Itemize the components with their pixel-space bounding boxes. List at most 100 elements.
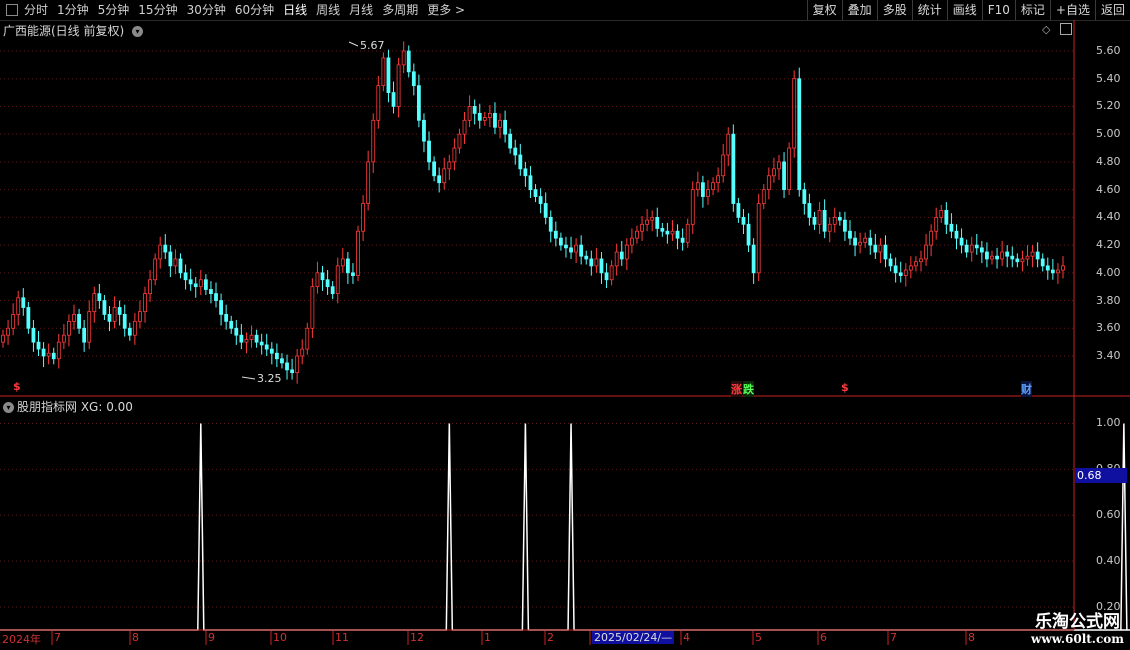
candle-body — [77, 314, 81, 329]
candle-body — [305, 327, 310, 350]
candle-body — [31, 327, 36, 343]
high-price-label: 5.67 — [360, 39, 385, 52]
candle-body — [203, 279, 208, 290]
date-label: 8 — [132, 631, 139, 644]
event-die[interactable]: 跌 — [743, 381, 754, 397]
indicator-tick: 0.60 — [1096, 508, 1121, 522]
candle-body — [122, 314, 127, 329]
price-tick: 5.40 — [1096, 71, 1121, 85]
candle-body — [564, 244, 568, 249]
candle-body — [366, 161, 371, 204]
candle-body — [843, 219, 847, 232]
candle-body — [513, 147, 518, 156]
candle-body — [944, 210, 949, 225]
candle-body — [356, 230, 360, 276]
candle-body — [320, 272, 325, 281]
watermark-title: 乐淘公式网 — [1035, 612, 1121, 632]
candle-body — [97, 293, 102, 301]
candle-body — [660, 228, 665, 232]
candle-body — [614, 251, 619, 267]
price-tick: 4.60 — [1096, 182, 1121, 196]
date-label: 8 — [968, 631, 975, 644]
candle-body — [797, 78, 802, 191]
candle-body — [675, 230, 680, 239]
candle-body — [746, 223, 751, 246]
candle-body — [61, 334, 66, 343]
candle-body — [848, 230, 852, 239]
candle-body — [315, 272, 320, 288]
candle-body — [1050, 269, 1055, 274]
indicator-tick: 0.40 — [1096, 554, 1121, 568]
candle-body — [193, 283, 198, 288]
candle-body — [802, 189, 807, 204]
candle-body — [416, 85, 421, 121]
candle-body — [548, 216, 553, 232]
candle-body — [163, 244, 168, 253]
candle-body — [599, 258, 604, 274]
candle-body — [87, 311, 92, 343]
candle-body — [553, 230, 558, 239]
candle-body — [787, 147, 792, 191]
candle-body — [290, 369, 294, 374]
candle-body — [198, 279, 203, 288]
candle-body — [609, 265, 614, 281]
candle-body — [92, 293, 97, 313]
candle-body — [726, 133, 731, 156]
candle-body — [706, 189, 710, 197]
candle-body — [330, 286, 335, 295]
event-marker-left[interactable]: $ — [13, 380, 21, 393]
candle-body — [584, 255, 589, 260]
candle-body — [837, 216, 842, 221]
price-tick: 4.20 — [1096, 238, 1121, 252]
date-label: 7 — [890, 631, 897, 644]
chevron-down-icon[interactable]: ▾ — [3, 402, 14, 413]
candle-body — [335, 265, 340, 295]
date-label: 4 — [683, 631, 690, 644]
candle-body — [107, 314, 112, 322]
candle-body — [523, 168, 528, 177]
date-label: 10 — [273, 631, 287, 644]
candle-body — [1, 334, 5, 343]
candle-body — [493, 112, 497, 128]
xg-line — [0, 423, 1130, 631]
candle-body — [376, 85, 381, 121]
candle-body — [756, 203, 761, 274]
candle-body — [964, 244, 969, 253]
candle-body — [508, 133, 513, 149]
candle-body — [295, 355, 300, 374]
candle-body — [401, 50, 406, 66]
candle-body — [219, 300, 223, 315]
candle-body — [112, 307, 117, 322]
candle-body — [56, 341, 61, 360]
candle-body — [533, 189, 538, 197]
event-zhang[interactable]: 涨 — [731, 381, 742, 397]
candle-body — [782, 161, 786, 191]
candle-body — [893, 265, 898, 274]
candle-body — [381, 57, 386, 87]
candle-body — [721, 154, 726, 177]
event-cai[interactable]: 财 — [1021, 381, 1032, 397]
candle-body — [46, 352, 51, 357]
candle-body — [437, 175, 442, 184]
indicator-tick: 1.00 — [1096, 416, 1121, 430]
candle-body — [138, 311, 142, 322]
candle-body — [832, 216, 837, 225]
candle-body — [538, 196, 543, 204]
date-label: 5 — [755, 631, 762, 644]
candle-body — [863, 237, 868, 243]
candle-body — [619, 251, 624, 260]
candle-body — [903, 269, 908, 276]
price-tick: 4.80 — [1096, 154, 1121, 168]
chart-canvas[interactable] — [0, 0, 1130, 650]
candle-body — [888, 258, 893, 267]
candle-body — [51, 352, 56, 360]
event-marker-mid[interactable]: $ — [841, 381, 849, 394]
candle-body — [650, 216, 655, 221]
candle-body — [259, 341, 264, 346]
candle-body — [224, 314, 229, 322]
candle-body — [462, 119, 467, 135]
candle-body — [645, 219, 650, 225]
candle-body — [766, 175, 771, 191]
candle-body — [604, 272, 609, 281]
candle-body — [878, 244, 883, 253]
